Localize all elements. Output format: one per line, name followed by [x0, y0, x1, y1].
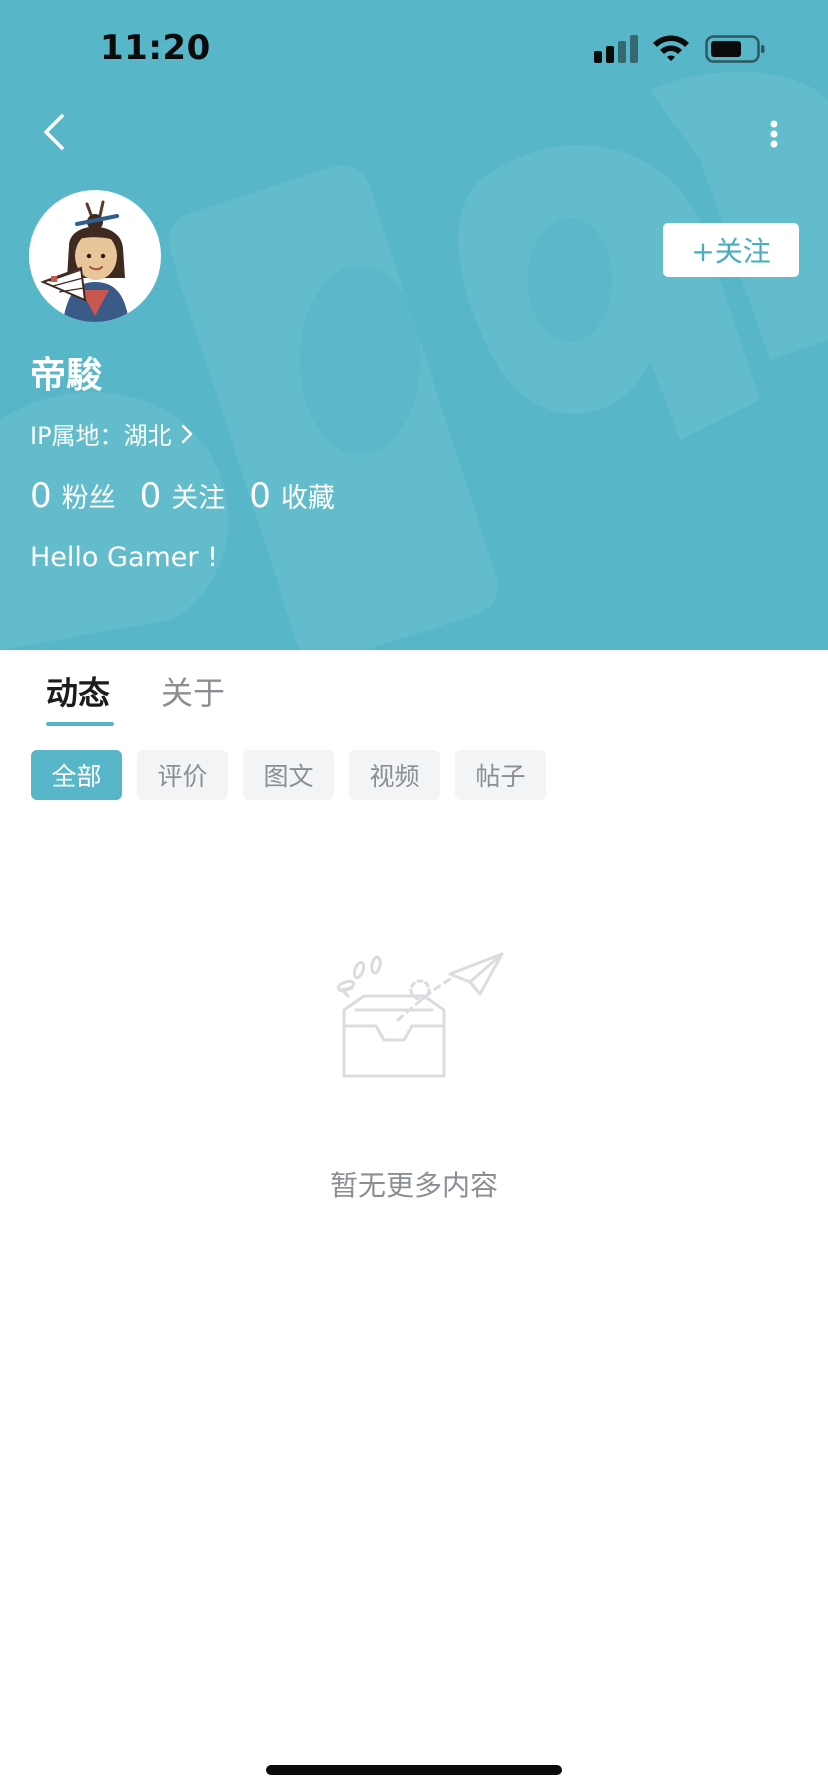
filter-chip-posts[interactable]: 帖子	[455, 750, 546, 800]
stat-followers-count: 0	[30, 476, 52, 516]
profile-bio: Hello Gamer !	[30, 542, 218, 573]
chevron-right-icon	[181, 424, 192, 443]
avatar[interactable]	[29, 190, 161, 322]
battery-icon	[705, 35, 765, 63]
avatar-illustration	[40, 200, 129, 322]
profile-stats: 0 粉丝 0 关注 0 收藏	[30, 476, 359, 516]
filter-chips: 全部 评价 图文 视频 帖子	[31, 750, 561, 800]
more-options-button[interactable]	[758, 112, 790, 156]
ip-location-label: IP属地：	[30, 422, 124, 450]
stat-favorites-label: 收藏	[280, 483, 335, 514]
stat-followers[interactable]: 0 粉丝	[30, 476, 116, 516]
status-time: 11:20	[100, 28, 211, 68]
ip-location-value: 湖北	[123, 422, 172, 450]
wifi-icon	[653, 35, 689, 61]
follow-button[interactable]: +关注	[663, 223, 799, 277]
back-button[interactable]	[36, 110, 72, 154]
filter-chip-reviews[interactable]: 评价	[137, 750, 228, 800]
username: 帝駿	[30, 355, 103, 396]
stat-followers-label: 粉丝	[61, 483, 116, 514]
filter-chip-all[interactable]: 全部	[31, 750, 122, 800]
empty-inbox-icon	[336, 952, 504, 1078]
stat-favorites-count: 0	[249, 476, 271, 516]
filter-chip-videos[interactable]: 视频	[349, 750, 440, 800]
active-tab-indicator	[46, 722, 114, 726]
filter-chip-image-text[interactable]: 图文	[243, 750, 334, 800]
cellular-signal-icon	[594, 35, 638, 63]
content-tabs: 动态 关于	[0, 650, 828, 730]
empty-state-message: 暂无更多内容	[329, 1169, 498, 1202]
stat-following-label: 关注	[171, 483, 226, 514]
profile-header: 11:20 +关注 帝駿 IP属地： 湖北 0 粉丝 0 关注 0 收藏 Hel…	[0, 0, 828, 650]
stat-following[interactable]: 0 关注	[140, 476, 226, 516]
stat-following-count: 0	[139, 476, 162, 516]
ip-location-link[interactable]: IP属地： 湖北	[30, 416, 194, 451]
tab-about[interactable]: 关于	[161, 668, 225, 714]
home-indicator	[266, 1765, 562, 1775]
stat-favorites[interactable]: 0 收藏	[249, 476, 335, 516]
tab-activity[interactable]: 动态	[46, 668, 110, 714]
